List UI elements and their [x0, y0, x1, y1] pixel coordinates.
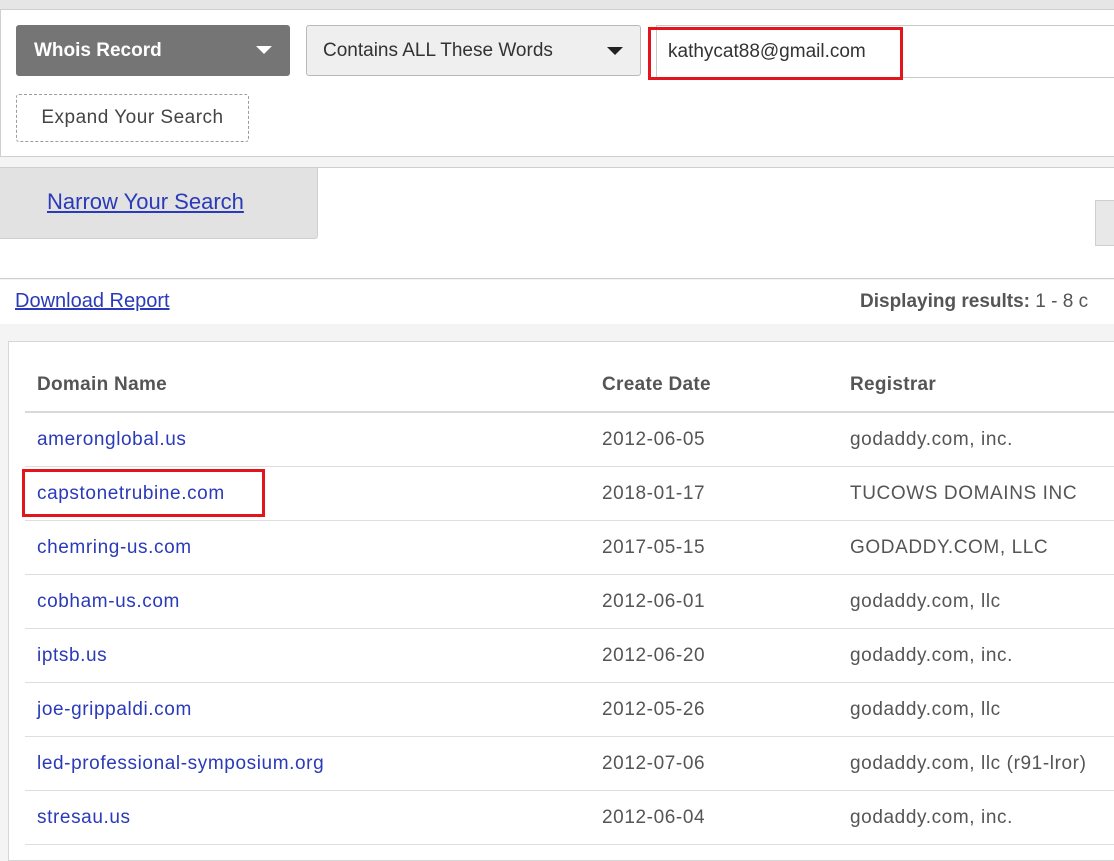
- domain-link[interactable]: led-professional-symposium.org: [25, 736, 590, 791]
- results-count-range: 1 - 8 c: [1035, 291, 1089, 312]
- report-bar: Download Report Displaying results: 1 - …: [0, 280, 1114, 324]
- table-row: ameronglobal.us 2012-06-05 godaddy.com, …: [25, 412, 1114, 467]
- results-table: Domain Name Create Date Registrar ameron…: [25, 358, 1114, 845]
- create-date-cell: 2012-06-05: [590, 412, 838, 467]
- table-header-row: Domain Name Create Date Registrar: [25, 358, 1114, 413]
- create-date-cell: 2018-01-17: [590, 466, 838, 521]
- table-row: led-professional-symposium.org 2012-07-0…: [25, 736, 1114, 791]
- side-button-stub[interactable]: [1095, 200, 1114, 246]
- domain-link[interactable]: joe-grippaldi.com: [25, 682, 590, 737]
- create-date-cell: 2012-06-04: [590, 790, 838, 845]
- domain-link[interactable]: iptsb.us: [25, 628, 590, 683]
- column-header-create-date[interactable]: Create Date: [590, 358, 838, 413]
- expand-search-button[interactable]: Expand Your Search: [16, 94, 249, 142]
- narrow-search-tab[interactable]: Narrow Your Search: [0, 167, 318, 239]
- narrow-search-spacer: [0, 239, 318, 279]
- registrar-cell: godaddy.com, llc (r91-lror): [838, 736, 1114, 791]
- match-mode-label: Contains ALL These Words: [323, 40, 553, 61]
- column-header-domain[interactable]: Domain Name: [25, 358, 590, 413]
- registrar-cell: godaddy.com, inc.: [838, 790, 1114, 845]
- registrar-cell: godaddy.com, llc: [838, 574, 1114, 629]
- table-row: cobham-us.com 2012-06-01 godaddy.com, ll…: [25, 574, 1114, 629]
- record-type-label: Whois Record: [34, 40, 162, 61]
- domain-link[interactable]: chemring-us.com: [25, 520, 590, 575]
- table-row: stresau.us 2012-06-04 godaddy.com, inc.: [25, 790, 1114, 845]
- create-date-cell: 2012-06-01: [590, 574, 838, 629]
- registrar-cell: GODADDY.COM, LLC: [838, 520, 1114, 575]
- download-report-link[interactable]: Download Report: [15, 290, 170, 313]
- results-count: Displaying results: 1 - 8 c: [860, 291, 1088, 313]
- registrar-cell: godaddy.com, inc.: [838, 628, 1114, 683]
- narrow-search-panel: [318, 167, 1114, 279]
- domain-link[interactable]: stresau.us: [25, 790, 590, 845]
- registrar-cell: godaddy.com, inc.: [838, 412, 1114, 467]
- create-date-cell: 2012-05-26: [590, 682, 838, 737]
- create-date-cell: 2012-06-20: [590, 628, 838, 683]
- results-count-label: Displaying results:: [860, 291, 1030, 312]
- registrar-cell: TUCOWS DOMAINS INC: [838, 466, 1114, 521]
- expand-search-label: Expand Your Search: [41, 107, 224, 128]
- domain-link[interactable]: cobham-us.com: [25, 574, 590, 629]
- table-row: iptsb.us 2012-06-20 godaddy.com, inc.: [25, 628, 1114, 683]
- domain-link[interactable]: capstonetrubine.com: [25, 466, 590, 521]
- caret-down-icon: [607, 47, 623, 55]
- results-card: Domain Name Create Date Registrar ameron…: [8, 341, 1114, 861]
- column-header-registrar[interactable]: Registrar: [838, 358, 1114, 413]
- domain-link[interactable]: ameronglobal.us: [25, 412, 590, 467]
- table-row: chemring-us.com 2017-05-15 GODADDY.COM, …: [25, 520, 1114, 575]
- narrow-search-link[interactable]: Narrow Your Search: [47, 189, 244, 214]
- registrar-cell: godaddy.com, llc: [838, 682, 1114, 737]
- create-date-cell: 2017-05-15: [590, 520, 838, 575]
- table-row: capstonetrubine.com 2018-01-17 TUCOWS DO…: [25, 466, 1114, 521]
- record-type-select[interactable]: Whois Record: [16, 25, 290, 76]
- create-date-cell: 2012-07-06: [590, 736, 838, 791]
- caret-down-icon: [256, 46, 272, 54]
- search-query-input[interactable]: [656, 25, 1114, 78]
- table-row: joe-grippaldi.com 2012-05-26 godaddy.com…: [25, 682, 1114, 737]
- match-mode-select[interactable]: Contains ALL These Words: [306, 25, 641, 76]
